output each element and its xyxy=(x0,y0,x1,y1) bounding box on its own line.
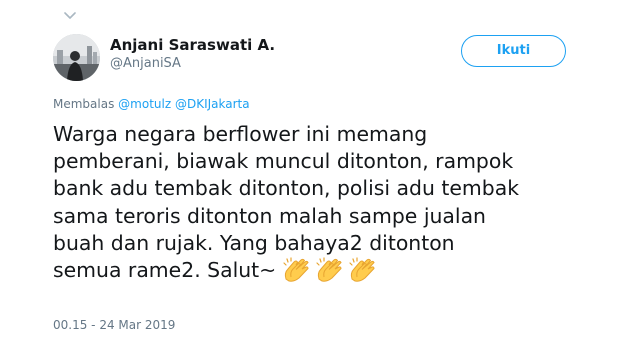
tweet-text-line: bank adu tembak ditonton, polisi adu tem… xyxy=(53,176,519,201)
tweet-text-last-line: semua rame2. Salut~ xyxy=(53,257,613,290)
reply-prefix: Membalas xyxy=(53,97,115,111)
tweet-text-line: Warga negara berflower ini memang xyxy=(53,122,428,146)
tweet-text-line: buah dan rujak. Yang bahaya2 ditonton xyxy=(53,230,455,255)
chevron-down-icon[interactable] xyxy=(64,12,76,20)
mention-link[interactable]: @motulz xyxy=(118,97,171,111)
tweet-text-line: sama teroris ditonton malah sampe jualan xyxy=(53,203,486,228)
clapping-hands-icon xyxy=(283,257,309,282)
tweet-text-line: pemberani, biawak muncul ditonton, rampo… xyxy=(53,149,514,174)
emoji-group xyxy=(282,257,381,290)
tweet-card: Anjani Saraswati A. @AnjaniSA Ikuti Memb… xyxy=(0,0,640,360)
mention-link[interactable]: @DKIJakarta xyxy=(175,97,250,111)
tweet-text-line: semua rame2. Salut~ xyxy=(53,258,277,283)
author-name[interactable]: Anjani Saraswati A. xyxy=(110,36,275,54)
avatar[interactable] xyxy=(53,34,100,81)
tweet-timestamp[interactable]: 00.15 - 24 Mar 2019 xyxy=(53,318,175,332)
clapping-hands-icon xyxy=(316,257,342,282)
author-handle[interactable]: @AnjaniSA xyxy=(110,56,181,71)
avatar-photo xyxy=(53,34,100,81)
reply-context: Membalas @motulz @DKIJakarta xyxy=(53,97,250,111)
follow-button[interactable]: Ikuti xyxy=(461,35,566,67)
tweet-text: Warga negara berflower ini memang pember… xyxy=(53,121,613,290)
clapping-hands-icon xyxy=(349,257,375,282)
